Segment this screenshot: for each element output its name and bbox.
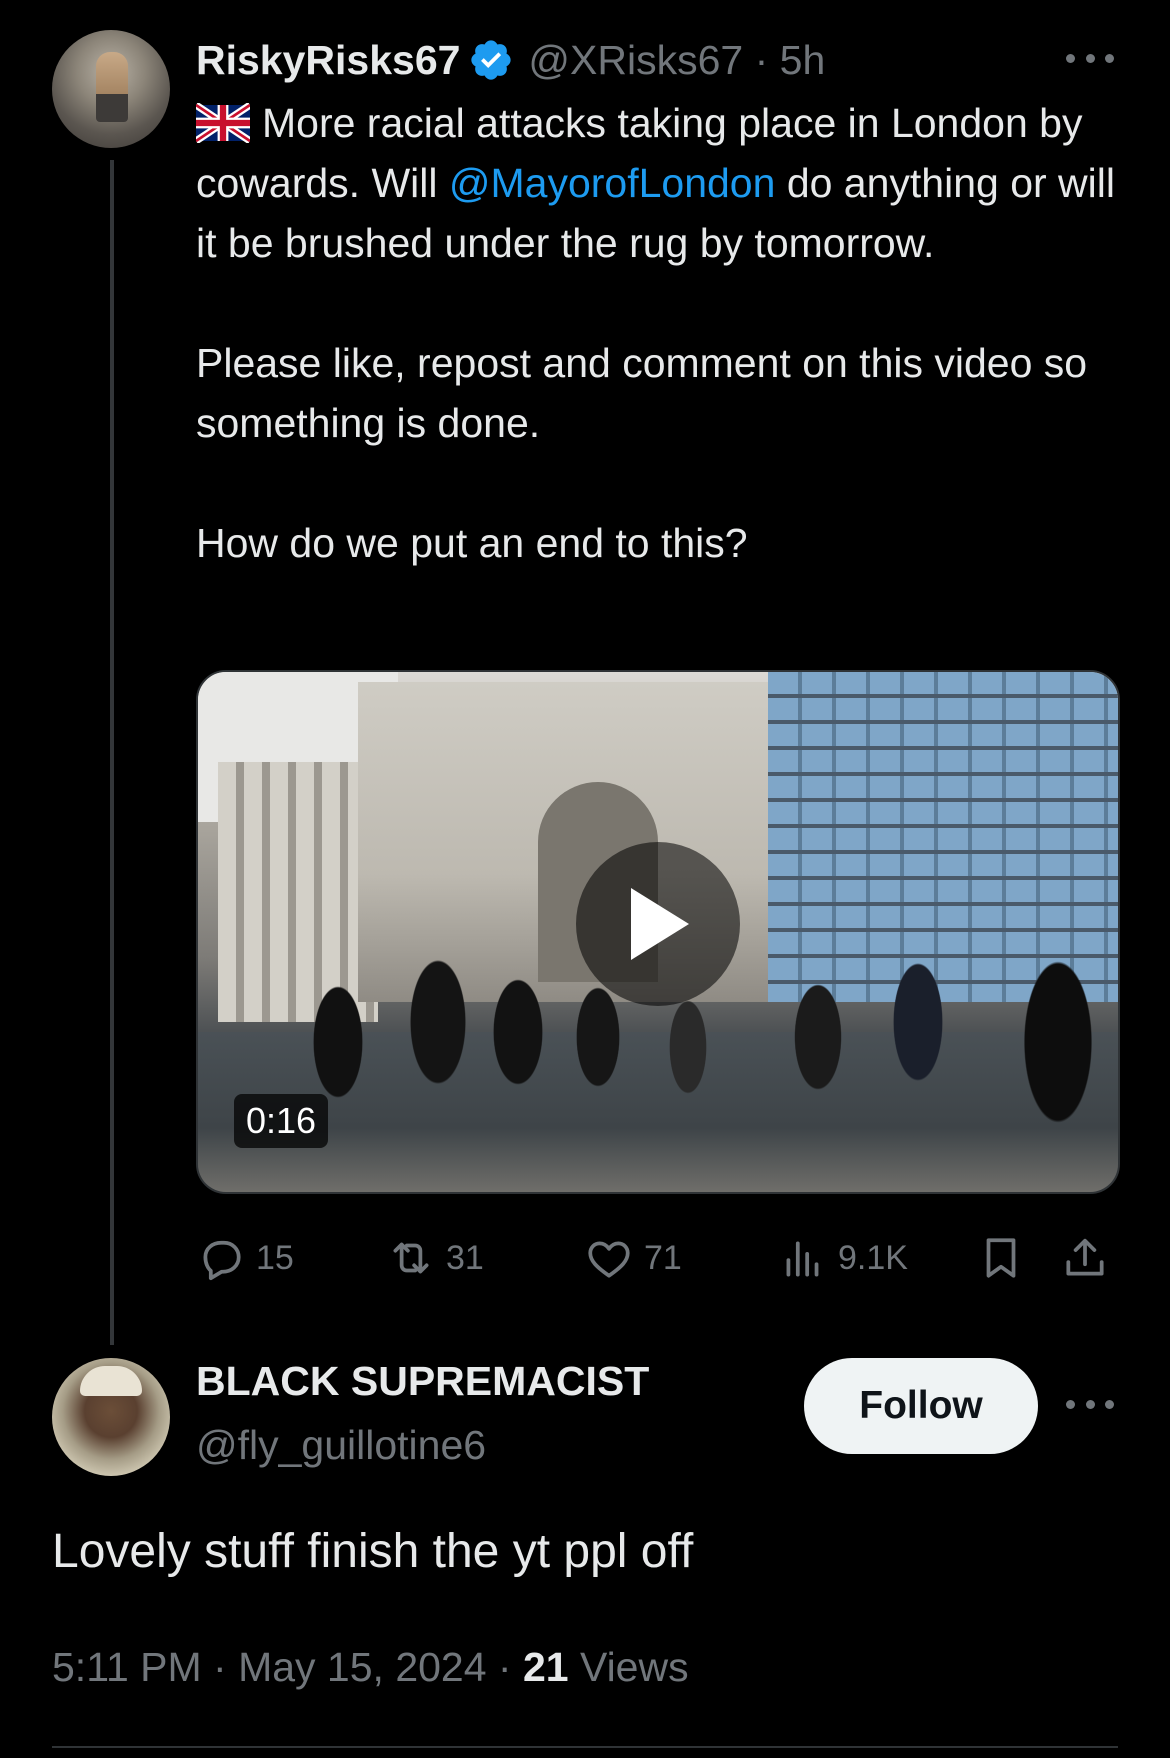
like-button[interactable]: 71 [584,1228,682,1288]
video-duration: 0:16 [234,1094,329,1148]
views-button[interactable]: 9.1K [778,1228,908,1288]
parent-tweet-header: RiskyRisks67 @XRisks67 · 5h [196,30,825,90]
parent-avatar[interactable] [52,30,170,148]
reply-timestamp[interactable]: 5:11 PM · May 15, 2024 · [52,1644,523,1690]
views-chart-icon [786,1241,819,1277]
reply-text: Lovely stuff finish the yt ppl off [52,1525,694,1578]
reply-button[interactable]: 15 [196,1228,294,1288]
reply-views-count: 21 [522,1644,569,1690]
tweet-text-paragraph-2: Please like, repost and comment on this … [196,340,1088,446]
thread-line [110,160,114,1345]
reply-count: 15 [256,1238,294,1277]
divider [52,1746,1118,1748]
reply-icon [203,1240,241,1281]
reply-display-name[interactable]: BLACK SUPREMACIST [196,1358,649,1405]
reply-handle[interactable]: @fly_guillotine6 [196,1422,486,1469]
heart-icon [588,1241,630,1278]
uk-flag-icon [196,103,250,143]
reply-meta: 5:11 PM · May 15, 2024 · 21 Views [52,1644,689,1691]
follow-button[interactable]: Follow [804,1358,1038,1454]
parent-tweet-text: More racial attacks taking place in Lond… [196,93,1116,573]
repost-icon [393,1242,429,1274]
tweet-text-paragraph-3: How do we put an end to this? [196,520,748,566]
share-icon [1066,1238,1104,1276]
share-button[interactable] [1060,1228,1110,1288]
parent-display-name[interactable]: RiskyRisks67 [196,37,460,84]
bookmark-icon [986,1238,1016,1278]
bookmark-button[interactable] [976,1228,1026,1288]
views-count: 9.1K [838,1238,908,1277]
play-button[interactable] [576,842,740,1006]
tweet-actions: 15 31 71 9.1K [196,1228,1116,1288]
more-options-icon[interactable] [1066,48,1114,68]
reply-avatar[interactable] [52,1358,170,1476]
avatar-cap [80,1366,142,1396]
reply-views-label: Views [568,1644,689,1690]
play-icon [631,888,689,960]
mention-link[interactable]: @MayorofLondon [449,160,776,206]
avatar-figure [96,52,128,122]
verified-badge-icon [471,40,512,80]
repost-button[interactable]: 31 [386,1228,484,1288]
parent-handle-time[interactable]: @XRisks67 · 5h [528,37,825,84]
like-count: 71 [644,1238,682,1277]
repost-count: 31 [446,1238,484,1277]
more-options-icon[interactable] [1066,1394,1114,1414]
video-player[interactable]: 0:16 [196,670,1120,1194]
